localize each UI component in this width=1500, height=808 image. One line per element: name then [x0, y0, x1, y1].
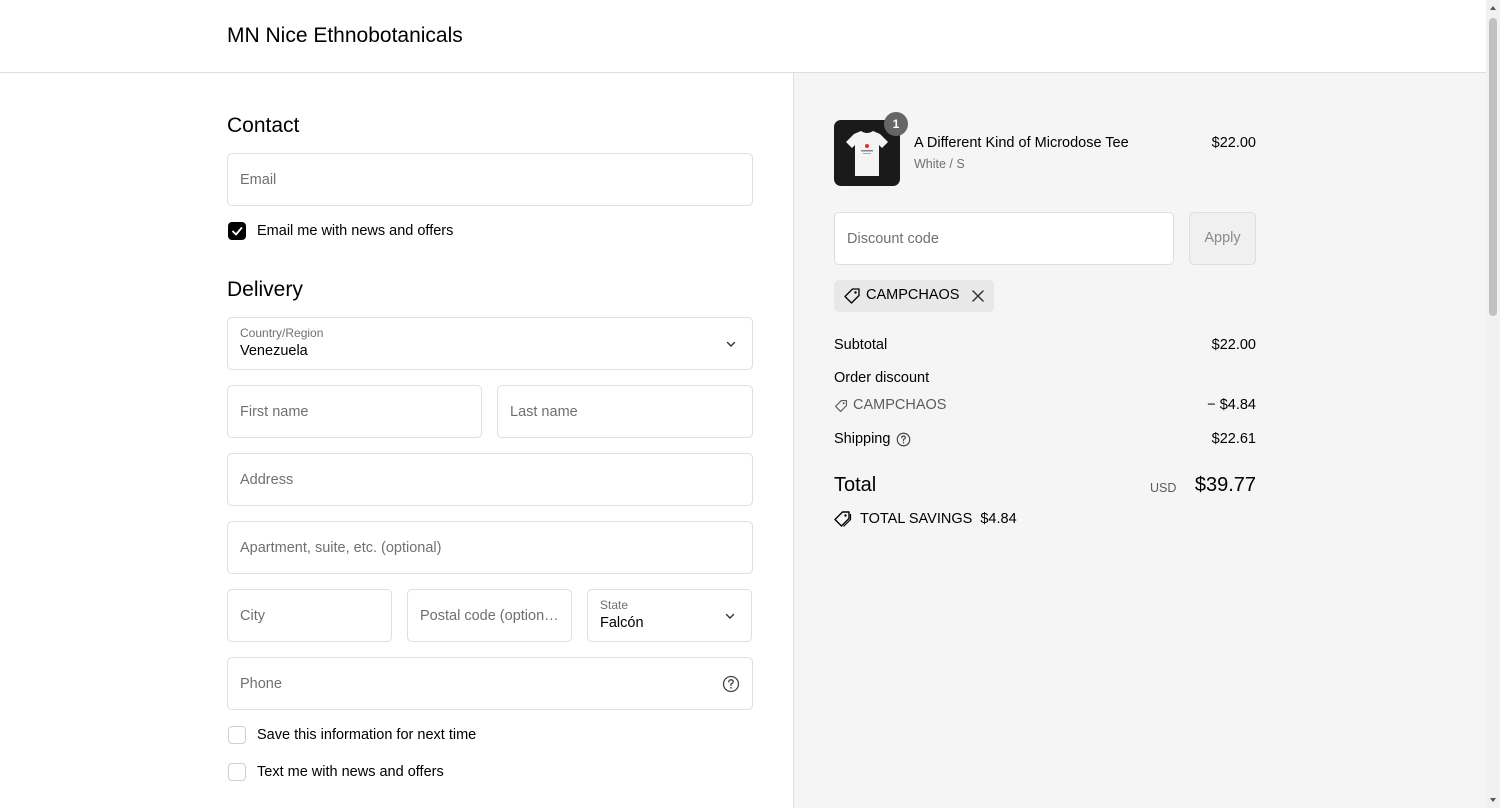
scroll-down-arrow-icon[interactable] [1489, 796, 1497, 804]
total-value: $39.77 [1194, 474, 1256, 496]
text-me-checkbox[interactable] [228, 763, 246, 781]
check-icon [232, 227, 243, 236]
newsletter-checkbox[interactable] [228, 222, 246, 240]
state-label: State [600, 598, 629, 612]
address-field[interactable]: Address [227, 453, 753, 506]
save-info-checkbox[interactable] [228, 726, 246, 744]
discount-code-field[interactable]: Discount code [834, 212, 1174, 265]
save-info-label[interactable]: Save this information for next time [257, 726, 476, 744]
scrollbar-thumb[interactable] [1489, 18, 1497, 316]
discount-code-placeholder: Discount code [847, 230, 939, 247]
phone-field[interactable]: Phone [227, 657, 753, 710]
total-label: Total [834, 474, 877, 496]
total-savings: TOTAL SAVINGS $4.84 [860, 511, 1017, 527]
discount-code-name: CAMPCHAOS [853, 397, 947, 413]
contact-title: Contact [227, 114, 300, 137]
first-name-placeholder: First name [240, 403, 309, 420]
last-name-placeholder: Last name [510, 403, 578, 420]
phone-placeholder: Phone [240, 675, 282, 692]
savings-value: $4.84 [980, 511, 1017, 527]
email-placeholder: Email [240, 171, 277, 188]
city-field[interactable]: City [227, 589, 392, 642]
shipping-label: Shipping [834, 431, 891, 447]
text-me-label[interactable]: Text me with news and offers [257, 763, 444, 781]
shipping-value: $22.61 [1211, 431, 1256, 447]
state-value: Falcón [600, 615, 644, 631]
savings-tag-icon [834, 511, 852, 527]
close-icon[interactable] [971, 289, 985, 303]
subtotal-label: Subtotal [834, 337, 888, 353]
total-currency: USD [1150, 481, 1177, 495]
country-select[interactable]: Country/Region Venezuela [227, 317, 753, 370]
product-variant: White / S [914, 157, 965, 171]
apply-discount-button[interactable]: Apply [1189, 212, 1256, 265]
help-icon[interactable] [896, 432, 911, 447]
last-name-field[interactable]: Last name [497, 385, 753, 438]
scrollbar[interactable] [1486, 0, 1500, 808]
store-name[interactable]: MN Nice Ethnobotanicals [227, 23, 463, 49]
quantity-badge: 1 [884, 112, 908, 136]
help-icon[interactable] [722, 675, 740, 693]
apartment-field[interactable]: Apartment, suite, etc. (optional) [227, 521, 753, 574]
product-name: A Different Kind of Microdose Tee [914, 135, 1129, 151]
country-value: Venezuela [240, 343, 308, 359]
subtotal-value: $22.00 [1211, 337, 1256, 353]
header: MN Nice Ethnobotanicals [0, 0, 1486, 73]
address-placeholder: Address [240, 471, 294, 488]
apartment-placeholder: Apartment, suite, etc. (optional) [240, 539, 442, 556]
applied-discount-chip: CAMPCHAOS [834, 280, 994, 312]
order-discount-label: Order discount [834, 370, 930, 386]
state-select[interactable]: State Falcón [587, 589, 752, 642]
discount-value: − $4.84 [1207, 397, 1256, 413]
city-placeholder: City [240, 607, 265, 624]
delivery-title: Delivery [227, 278, 303, 301]
postal-code-field[interactable]: Postal code (optional) [407, 589, 572, 642]
applied-discount-code: CAMPCHAOS [866, 287, 960, 303]
savings-label: TOTAL SAVINGS [860, 511, 973, 527]
postal-code-placeholder: Postal code (optional) [420, 607, 559, 624]
scroll-up-arrow-icon[interactable] [1489, 4, 1497, 12]
product-price: $22.00 [1211, 135, 1256, 151]
chevron-down-icon [726, 341, 736, 347]
country-label: Country/Region [240, 326, 324, 340]
newsletter-label[interactable]: Email me with news and offers [257, 222, 453, 240]
chevron-down-icon [725, 613, 735, 619]
tag-icon [844, 288, 860, 304]
first-name-field[interactable]: First name [227, 385, 482, 438]
email-field[interactable]: Email [227, 153, 753, 206]
tag-icon [834, 399, 848, 413]
